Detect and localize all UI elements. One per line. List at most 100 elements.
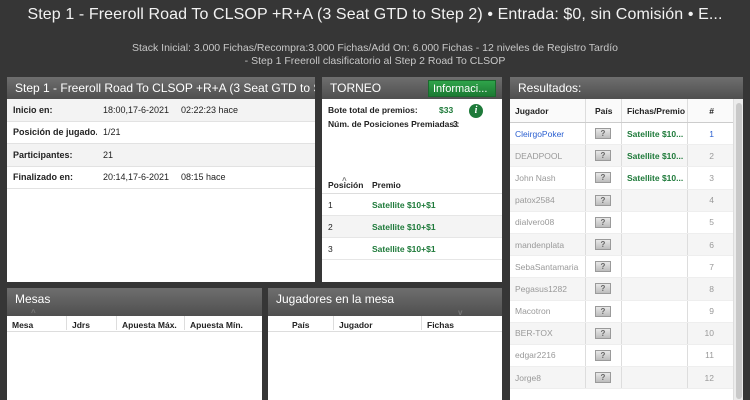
result-rank: 10 xyxy=(704,328,714,339)
prize-value: Satellite $10+$1 xyxy=(372,221,436,232)
column-header-chips-prize[interactable]: Fichas/Premio xyxy=(622,99,688,122)
column-header-rank[interactable]: # xyxy=(688,99,718,122)
result-rank: 9 xyxy=(709,306,714,317)
country-cell: ? xyxy=(586,300,622,322)
result-player[interactable]: edgar2216 xyxy=(510,344,586,367)
info-label: Inicio en: xyxy=(13,104,53,115)
column-header-chips[interactable]: Fichas xyxy=(422,316,502,330)
result-player[interactable]: Macotron xyxy=(510,300,586,322)
info-row-participants: Participantes: 21 xyxy=(7,144,315,167)
country-cell: ? xyxy=(586,322,622,344)
result-prize xyxy=(622,256,688,278)
table-players-header: v País Jugador Fichas xyxy=(268,308,502,332)
column-header-country[interactable]: País xyxy=(268,316,334,330)
tournament-title: Step 1 - Freeroll Road To CLSOP +R+A (3 … xyxy=(27,6,723,23)
prize-position: 1 xyxy=(328,199,333,210)
country-cell: ? xyxy=(586,189,622,211)
scrollbar-thumb[interactable] xyxy=(736,103,742,399)
result-rank: 7 xyxy=(709,261,714,272)
unknown-flag-icon: ? xyxy=(595,216,611,228)
result-prize xyxy=(622,300,688,322)
table-row: Macotron? 9 xyxy=(510,300,733,323)
info-label: Finalizado en: xyxy=(13,172,74,183)
sort-up-icon[interactable]: ^ xyxy=(31,308,36,317)
unknown-flag-icon: ? xyxy=(595,283,611,295)
info-row-finished: Finalizado en: 20:14,17-6-2021 08:15 hac… xyxy=(7,167,315,189)
mesas-title: Mesas xyxy=(7,288,262,316)
table-row: 3 Satellite $10+$1 xyxy=(322,238,502,260)
table-players-panel: Jugadores en la mesa v País Jugador Fich… xyxy=(268,288,502,400)
unknown-flag-icon: ? xyxy=(595,239,611,251)
torneo-header: TORNEO Informaci... xyxy=(322,77,502,99)
column-header-player[interactable]: Jugador xyxy=(510,99,586,122)
table-row: John Nash? Satellite $10... 3 xyxy=(510,167,733,190)
column-header-prize[interactable]: Premio xyxy=(366,180,401,190)
info-value: 21 xyxy=(103,149,114,160)
result-rank: 12 xyxy=(704,372,714,383)
prize-pool-label: Bote total de premios: xyxy=(328,105,418,115)
table-row: CleirgoPoker? Satellite $10... 1 xyxy=(510,123,733,146)
prize-position: 3 xyxy=(328,243,333,254)
unknown-flag-icon: ? xyxy=(595,349,611,361)
result-player[interactable]: SebaSantamaria xyxy=(510,256,586,278)
results-scrollbar[interactable] xyxy=(733,99,743,400)
sort-down-icon[interactable]: v xyxy=(458,308,462,317)
prize-table-header: ^ Posición Premio xyxy=(322,172,502,194)
sort-up-icon[interactable]: ^ xyxy=(342,176,347,185)
unknown-flag-icon: ? xyxy=(595,327,611,339)
table-row: SebaSantamaria? 7 xyxy=(510,256,733,279)
column-header-players[interactable]: Jdrs xyxy=(67,316,117,330)
result-prize: Satellite $10... xyxy=(622,167,688,189)
result-prize xyxy=(622,367,688,389)
table-row: edgar2216? 11 xyxy=(510,344,733,368)
result-player[interactable]: DEADPOOL xyxy=(510,145,586,167)
column-header-min-bet[interactable]: Apuesta Mín. xyxy=(185,316,262,330)
table-row: dialvero08? 5 xyxy=(510,211,733,234)
info-icon[interactable]: i xyxy=(469,104,483,118)
torneo-title: TORNEO xyxy=(330,81,382,95)
result-player[interactable]: Jorge8 xyxy=(510,367,586,389)
result-player[interactable]: John Nash xyxy=(510,167,586,189)
unknown-flag-icon: ? xyxy=(595,150,611,162)
unknown-flag-icon: ? xyxy=(595,305,611,317)
tournament-info-panel: Step 1 - Freeroll Road To CLSOP +R+A (3 … xyxy=(7,77,315,282)
result-player[interactable]: Pegasus1282 xyxy=(510,278,586,300)
result-prize: Satellite $10... xyxy=(622,145,688,167)
paid-positions: Núm. de Posiciones Premiadas.: 3 xyxy=(322,117,502,131)
result-prize xyxy=(622,233,688,256)
info-value-secondary: 08:15 hace xyxy=(181,172,226,183)
result-player[interactable]: BER-TOX xyxy=(510,322,586,344)
table-players-title: Jugadores en la mesa xyxy=(268,288,502,316)
result-rank: 4 xyxy=(709,195,714,206)
unknown-flag-icon: ? xyxy=(595,372,611,384)
column-header-table[interactable]: Mesa xyxy=(7,316,67,330)
country-cell: ? xyxy=(586,233,622,256)
result-player[interactable]: mandenplata xyxy=(510,233,586,256)
info-rows: Inicio en: 18:00,17-6-2021 02:22:23 hace… xyxy=(7,99,315,189)
result-rank: 5 xyxy=(709,217,714,228)
result-rank: 8 xyxy=(709,283,714,294)
result-player[interactable]: dialvero08 xyxy=(510,211,586,233)
result-prize xyxy=(622,344,688,367)
column-header-player[interactable]: Jugador xyxy=(334,316,422,330)
info-label: Posición de jugado... xyxy=(13,127,97,138)
column-header-max-bet[interactable]: Apuesta Máx. xyxy=(117,316,185,330)
prize-table-body: 1 Satellite $10+$1 2 Satellite $10+$1 3 … xyxy=(322,194,502,260)
table-row: BER-TOX? 10 xyxy=(510,322,733,345)
result-player[interactable]: patox2584 xyxy=(510,189,586,211)
result-player[interactable]: CleirgoPoker xyxy=(510,123,586,145)
column-header-country[interactable]: País xyxy=(586,99,622,122)
prize-table: ^ Posición Premio 1 Satellite $10+$1 2 S… xyxy=(322,172,502,260)
info-value: 20:14,17-6-2021 xyxy=(103,172,170,183)
results-table-body: CleirgoPoker? Satellite $10... 1 DEADPOOL? S… xyxy=(510,123,733,390)
info-row-position: Posición de jugado... 1/21 xyxy=(7,122,315,144)
prize-position: 2 xyxy=(328,221,333,232)
results-title: Resultados: xyxy=(510,77,743,99)
country-cell: ? xyxy=(586,211,622,233)
information-button[interactable]: Informaci... xyxy=(428,80,496,97)
result-rank: 6 xyxy=(709,239,714,250)
unknown-flag-icon: ? xyxy=(595,128,611,140)
result-prize xyxy=(622,322,688,344)
info-row-start: Inicio en: 18:00,17-6-2021 02:22:23 hace xyxy=(7,99,315,122)
prize-value: Satellite $10+$1 xyxy=(372,199,436,210)
